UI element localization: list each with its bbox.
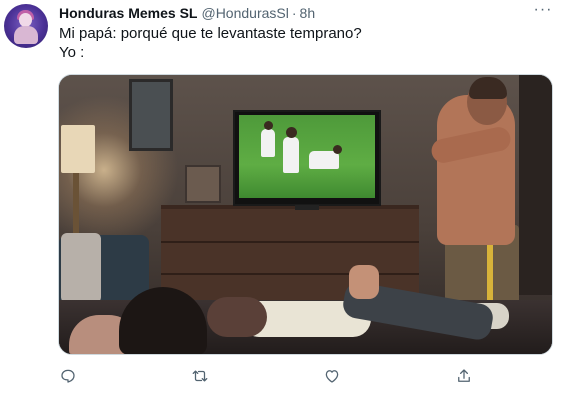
scene-player-head	[333, 145, 342, 154]
tweet-media-image[interactable]	[58, 74, 553, 355]
scene-tv-stand	[295, 205, 319, 210]
scene-player-head	[264, 121, 273, 130]
tweet-text-line: Mi papá: porqué que te levantaste tempra…	[59, 25, 362, 42]
author-handle[interactable]: @HondurasSl	[201, 5, 288, 21]
scene-photo-frame	[185, 165, 221, 203]
scene-player-head	[286, 127, 297, 138]
scene-player	[261, 129, 275, 157]
retweet-button[interactable]	[190, 366, 210, 386]
tweet-timestamp[interactable]: 8h	[300, 5, 316, 21]
scene-wall-picture	[129, 79, 173, 151]
retweet-icon	[192, 370, 208, 382]
separator-dot: ·	[291, 5, 297, 21]
scene-lamp-shade	[61, 125, 95, 173]
tweet-text: Mi papá: porqué que te levantaste tempra…	[59, 24, 362, 62]
reply-icon	[61, 369, 75, 383]
scene-doorway	[519, 75, 552, 295]
tweet[interactable]: Honduras Memes SL @HondurasSl · 8h ··· M…	[0, 0, 571, 400]
scene-dresser-drawer-line	[161, 241, 419, 243]
like-icon	[325, 370, 339, 383]
share-button[interactable]	[454, 366, 474, 386]
avatar[interactable]	[4, 4, 48, 48]
author-name[interactable]: Honduras Memes SL	[59, 5, 197, 21]
scene-shoulder	[207, 297, 267, 337]
share-icon	[458, 369, 470, 382]
tweet-actions	[58, 366, 478, 386]
more-options-button[interactable]: ···	[533, 2, 553, 20]
avatar-body	[14, 26, 38, 44]
scene-dresser-drawer-line	[161, 273, 419, 275]
tweet-text-line: Yo :	[59, 44, 85, 61]
scene-lamp-pole	[73, 173, 79, 233]
tweet-header: Honduras Memes SL @HondurasSl · 8h	[59, 4, 315, 22]
avatar-head	[19, 13, 32, 27]
scene-chair-blanket	[61, 233, 101, 303]
scene-man-hair	[469, 77, 507, 99]
scene-tv-screen	[239, 115, 375, 198]
scene-player	[283, 137, 299, 173]
like-button[interactable]	[322, 366, 342, 386]
scene-player	[309, 151, 339, 169]
reply-button[interactable]	[58, 366, 78, 386]
scene-television	[233, 110, 381, 210]
scene-feet	[349, 265, 379, 299]
